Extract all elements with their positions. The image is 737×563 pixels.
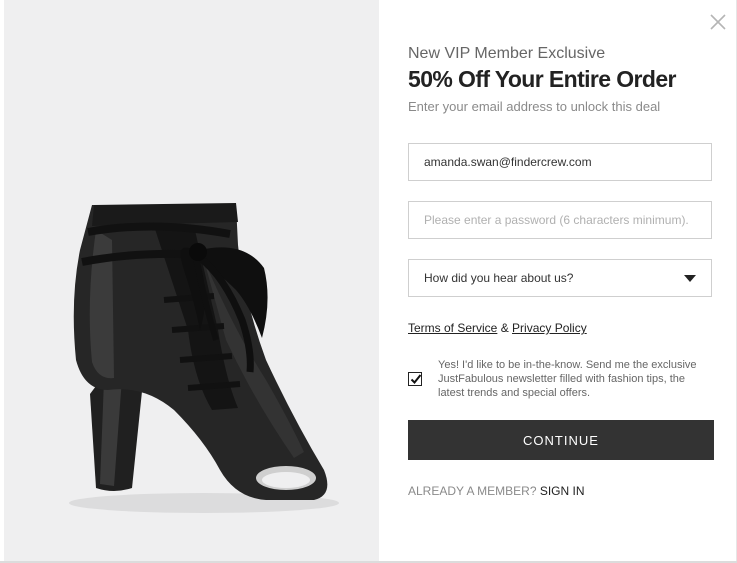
boot-illustration: [69, 203, 339, 513]
privacy-policy-link[interactable]: Privacy Policy: [512, 321, 587, 335]
password-field[interactable]: [408, 201, 712, 239]
member-prompt-text: ALREADY A MEMBER?: [408, 484, 540, 498]
signup-modal: New VIP Member Exclusive 50% Off Your En…: [0, 0, 737, 563]
email-field[interactable]: [408, 143, 712, 181]
sign-in-link[interactable]: SIGN IN: [540, 484, 585, 498]
referral-select[interactable]: How did you hear about us?: [408, 259, 712, 297]
offer-title: 50% Off Your Entire Order: [408, 66, 676, 92]
referral-select-value: How did you hear about us?: [424, 271, 574, 285]
chevron-down-icon: [684, 274, 696, 282]
offer-subtitle: Enter your email address to unlock this …: [408, 99, 661, 114]
legal-ampersand: &: [497, 321, 513, 335]
signup-form: New VIP Member Exclusive 50% Off Your En…: [408, 0, 714, 563]
legal-links: Terms of Service & Privacy Policy: [408, 321, 587, 335]
product-image: [4, 0, 379, 563]
continue-button[interactable]: CONTINUE: [408, 420, 714, 460]
newsletter-optin-text: Yes! I'd like to be in-the-know. Send me…: [438, 359, 697, 399]
terms-of-service-link[interactable]: Terms of Service: [408, 321, 497, 335]
member-signin-prompt: ALREADY A MEMBER? SIGN IN: [408, 484, 585, 498]
offer-eyebrow: New VIP Member Exclusive: [408, 45, 606, 62]
checkmark-icon: [410, 374, 422, 384]
newsletter-checkbox[interactable]: [408, 372, 422, 386]
